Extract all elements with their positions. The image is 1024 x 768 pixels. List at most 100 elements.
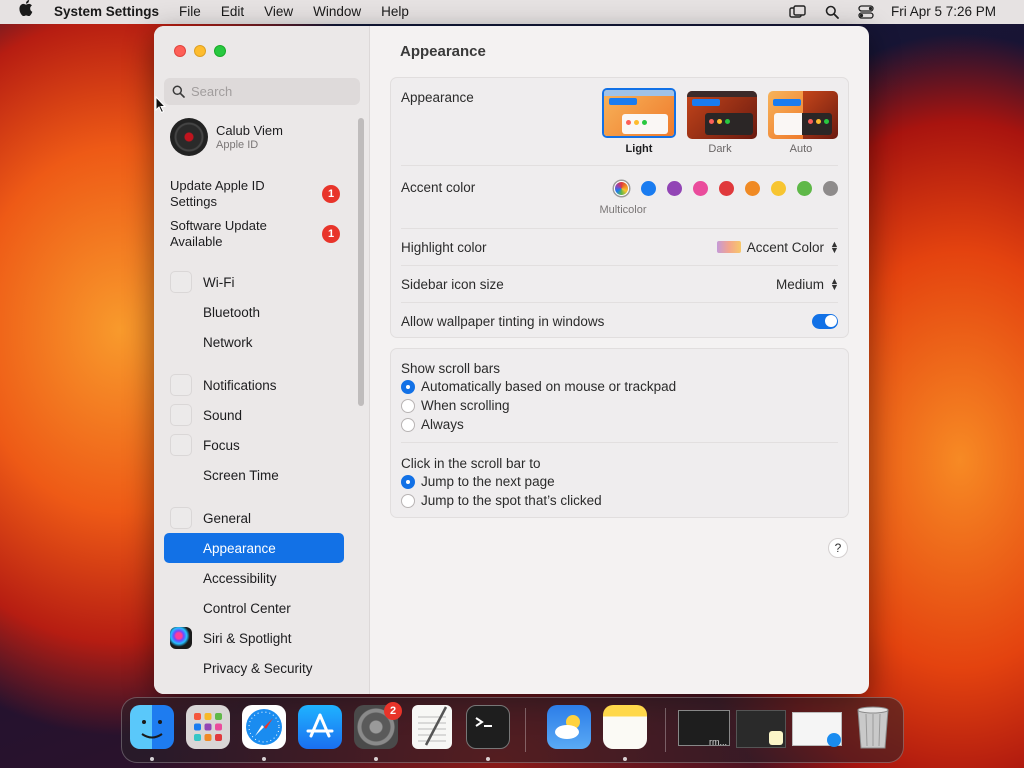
help-button[interactable]: ? [828, 538, 848, 558]
radio-label: Jump to the next page [421, 474, 555, 489]
accent-yellow-swatch[interactable] [771, 181, 786, 196]
software-update-alert[interactable]: Software Update Available 1 [170, 218, 340, 250]
sidebar-item-screen-time[interactable]: Screen Time [164, 460, 344, 490]
dock-finder-icon[interactable] [130, 705, 174, 749]
accent-pink-swatch[interactable] [693, 181, 708, 196]
close-button[interactable] [174, 45, 186, 57]
dock-minimized-terminal[interactable]: rm... [678, 710, 730, 747]
sidebar-item-focus[interactable]: Focus [164, 430, 344, 460]
click-scroll-bar-row: Click in the scroll bar to [401, 454, 838, 472]
window-controls [174, 45, 226, 57]
view-menu[interactable]: View [254, 0, 303, 24]
sidebar-item-notifications[interactable]: Notifications [164, 370, 344, 400]
jump-next-page-radio[interactable]: Jump to the next page [401, 474, 555, 489]
dock-safari-icon[interactable] [242, 705, 286, 749]
radio-label: Automatically based on mouse or trackpad [421, 379, 677, 394]
minimize-button[interactable] [194, 45, 206, 57]
sidebar-item-label: Notifications [203, 377, 277, 393]
appearance-auto-option[interactable] [768, 91, 838, 139]
sidebar-item-label: Accessibility [203, 570, 277, 586]
scroll-bars-auto-radio[interactable]: Automatically based on mouse or trackpad [401, 379, 676, 394]
accent-red-swatch[interactable] [719, 181, 734, 196]
wallpaper-tinting-label: Allow wallpaper tinting in windows [401, 313, 605, 329]
sidebar-item-label: Privacy & Security [203, 660, 313, 676]
appearance-dark-option[interactable] [687, 91, 757, 139]
radio-button [401, 417, 415, 432]
sidebar-icon-size-popup[interactable]: Medium ▲ ▼ [776, 276, 839, 292]
accent-orange-swatch[interactable] [745, 181, 760, 196]
appearance-light-label: Light [625, 143, 653, 155]
network-icon [170, 331, 192, 353]
dock-textedit-icon[interactable] [412, 705, 452, 749]
mouse-cursor-icon [155, 96, 167, 114]
sidebar-item-siri-spotlight[interactable]: Siri & Spotlight [164, 623, 344, 653]
dock-minimized-safari[interactable] [792, 712, 842, 747]
appearance-light-option[interactable] [602, 88, 676, 138]
jump-to-spot-radio[interactable]: Jump to the spot that’s clicked [401, 493, 602, 508]
sidebar-item-appearance[interactable]: Appearance [164, 533, 344, 563]
sidebar-icon-size-label: Sidebar icon size [401, 276, 504, 292]
sidebar-item-sound[interactable]: Sound [164, 400, 344, 430]
dock-notes-icon[interactable] [603, 705, 647, 749]
dock-launchpad-icon[interactable] [186, 705, 230, 749]
update-apple-id-alert[interactable]: Update Apple ID Settings 1 [170, 178, 340, 210]
dock-separator [525, 708, 526, 752]
dock-terminal-icon[interactable] [466, 705, 510, 749]
apple-id-profile[interactable]: Calub Viem Apple ID [170, 118, 283, 156]
sidebar-item-bluetooth[interactable]: Bluetooth [164, 297, 344, 327]
wallpaper-tinting-toggle[interactable] [812, 313, 838, 329]
sidebar-item-control-center[interactable]: Control Center [164, 593, 344, 623]
dock-app-store-icon[interactable] [298, 705, 342, 749]
privacy-icon [170, 657, 192, 679]
chevron-updown-icon: ▲ ▼ [830, 239, 839, 255]
edit-menu[interactable]: Edit [211, 0, 254, 24]
apple-menu-icon[interactable] [0, 0, 52, 24]
help-menu[interactable]: Help [371, 0, 419, 24]
wifi-icon [170, 271, 192, 293]
menu-bar: System Settings File Edit View Window He… [0, 0, 1024, 24]
sidebar-icon-size-row: Sidebar icon size Medium ▲ ▼ [401, 275, 839, 293]
accent-blue-swatch[interactable] [641, 181, 656, 196]
sidebar-item-accessibility[interactable]: Accessibility [164, 563, 344, 593]
profile-subtitle: Apple ID [216, 139, 259, 151]
dock-trash-icon[interactable] [853, 704, 893, 750]
page-title: Appearance [400, 43, 486, 60]
sidebar-search[interactable] [164, 78, 360, 105]
sidebar-scrollbar[interactable] [358, 118, 364, 406]
control-center-icon[interactable] [849, 0, 883, 24]
show-scroll-bars-label: Show scroll bars [401, 360, 501, 376]
spotlight-search-icon[interactable] [815, 0, 849, 24]
sidebar-item-wifi[interactable]: Wi-Fi [164, 267, 344, 297]
show-scroll-bars-row: Show scroll bars [401, 359, 838, 377]
chevron-updown-icon: ▲ ▼ [830, 276, 839, 292]
sidebar-item-general[interactable]: General [164, 503, 344, 533]
settings-window: Calub Viem Apple ID Update Apple ID Sett… [154, 26, 869, 694]
accent-color-label: Accent color [401, 179, 476, 195]
zoom-button[interactable] [214, 45, 226, 57]
window-menu[interactable]: Window [303, 0, 371, 24]
scroll-bars-always-radio[interactable]: Always [401, 417, 464, 432]
sidebar-item-label: Focus [203, 437, 240, 453]
appearance-auto-label: Auto [789, 143, 813, 155]
file-menu[interactable]: File [169, 0, 211, 24]
appearance-dark-label: Dark [708, 143, 732, 155]
app-name-menu[interactable]: System Settings [52, 0, 169, 24]
accent-multicolor-swatch[interactable] [614, 181, 629, 196]
scroll-bars-when-scrolling-radio[interactable]: When scrolling [401, 398, 510, 413]
highlight-color-popup[interactable]: Accent Color ▲ ▼ [716, 239, 839, 255]
profile-name: Calub Viem [216, 123, 283, 138]
accent-green-swatch[interactable] [797, 181, 812, 196]
sidebar-item-network[interactable]: Network [164, 327, 344, 357]
appearance-label: Appearance [401, 89, 474, 105]
menu-bar-clock[interactable]: Fri Apr 5 7:26 PM [883, 0, 1006, 24]
radio-button [401, 493, 415, 508]
search-input[interactable] [191, 84, 351, 99]
dock-minimized-notes[interactable] [736, 710, 786, 748]
accent-purple-swatch[interactable] [667, 181, 682, 196]
sidebar-item-privacy-security[interactable]: Privacy & Security [164, 653, 344, 683]
screen-mirroring-icon[interactable] [781, 0, 815, 24]
accent-graphite-swatch[interactable] [823, 181, 838, 196]
dock-running-indicator [150, 757, 154, 761]
dock-weather-icon[interactable] [547, 705, 591, 749]
avatar [170, 118, 208, 156]
